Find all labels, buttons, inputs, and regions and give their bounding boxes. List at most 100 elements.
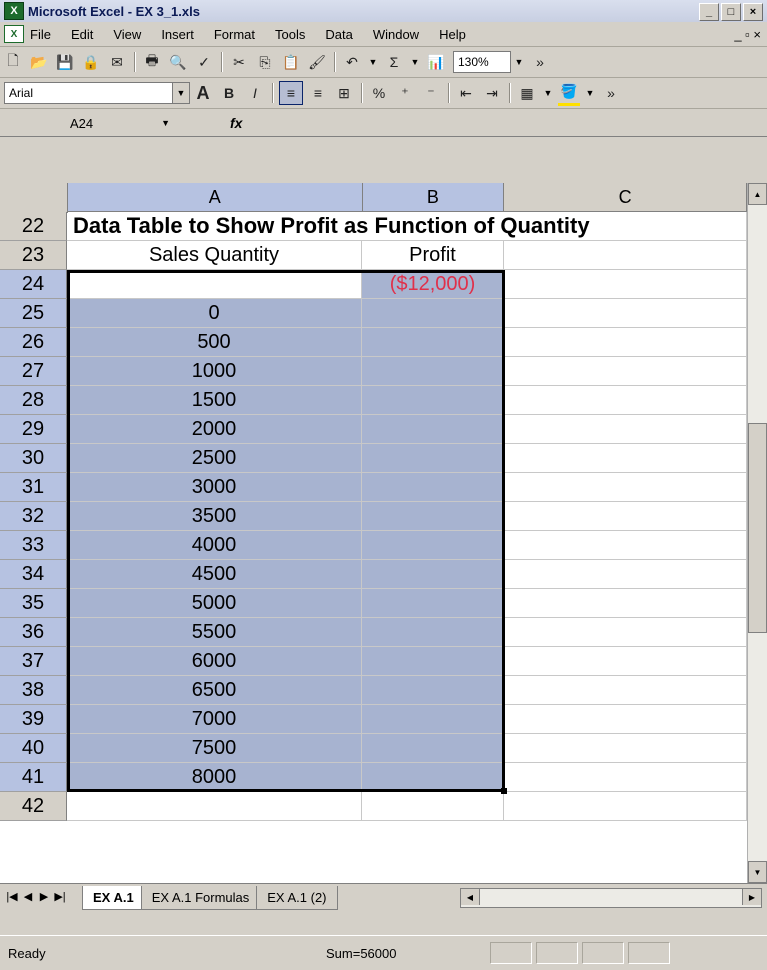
menu-data[interactable]: Data xyxy=(325,27,352,42)
cell[interactable] xyxy=(504,734,747,763)
menu-tools[interactable]: Tools xyxy=(275,27,305,42)
quantity-cell[interactable]: 0 xyxy=(67,299,362,328)
minimize-button[interactable]: _ xyxy=(699,3,719,21)
quantity-cell[interactable]: 7000 xyxy=(67,705,362,734)
format-painter-icon[interactable]: 🖌 xyxy=(306,51,328,73)
permission-icon[interactable]: 🔒 xyxy=(80,51,102,73)
restore-button[interactable]: □ xyxy=(721,3,741,21)
cell[interactable] xyxy=(504,647,747,676)
active-cell[interactable] xyxy=(67,270,362,299)
cell[interactable] xyxy=(504,502,747,531)
row-header[interactable]: 41 xyxy=(0,763,67,792)
row-header[interactable]: 32 xyxy=(0,502,67,531)
increase-indent-icon[interactable]: ⇥ xyxy=(481,82,503,104)
cell[interactable] xyxy=(504,357,747,386)
cell[interactable] xyxy=(362,589,504,618)
cell[interactable] xyxy=(67,792,362,821)
cell[interactable] xyxy=(362,705,504,734)
scroll-left-icon[interactable]: ◀ xyxy=(461,889,480,905)
column-header-a[interactable]: A xyxy=(67,183,363,212)
cell[interactable] xyxy=(362,647,504,676)
chevron-down-icon[interactable]: ▼ xyxy=(511,51,527,73)
title-cell[interactable]: Data Table to Show Profit as Function of… xyxy=(67,212,590,241)
row-header[interactable]: 36 xyxy=(0,618,67,647)
scroll-down-icon[interactable]: ▼ xyxy=(748,861,767,883)
align-right-icon[interactable]: ≡ xyxy=(307,82,329,104)
chevron-down-icon[interactable]: ▼ xyxy=(365,51,381,73)
cell[interactable] xyxy=(504,328,747,357)
chevron-down-icon[interactable]: ▼ xyxy=(161,118,170,128)
row-header[interactable]: 26 xyxy=(0,328,67,357)
cell[interactable] xyxy=(504,589,747,618)
new-icon[interactable]: 🗋 xyxy=(2,51,24,73)
scroll-up-icon[interactable]: ▲ xyxy=(748,183,767,205)
row-header[interactable]: 40 xyxy=(0,734,67,763)
chevron-down-icon[interactable]: ▼ xyxy=(407,51,423,73)
cell[interactable] xyxy=(504,676,747,705)
open-icon[interactable]: 📂 xyxy=(28,51,50,73)
spelling-icon[interactable]: ✓ xyxy=(193,51,215,73)
row-header[interactable]: 37 xyxy=(0,647,67,676)
quantity-cell[interactable]: 3000 xyxy=(67,473,362,502)
cell[interactable] xyxy=(504,473,747,502)
header-cell-quantity[interactable]: Sales Quantity xyxy=(67,241,362,270)
cell[interactable] xyxy=(504,763,747,792)
tab-ex-a1-2[interactable]: EX A.1 (2) xyxy=(256,886,338,910)
chevron-down-icon[interactable]: ▼ xyxy=(582,82,598,104)
save-icon[interactable]: 💾 xyxy=(54,51,76,73)
quantity-cell[interactable]: 6000 xyxy=(67,647,362,676)
cell[interactable] xyxy=(504,270,747,299)
quantity-cell[interactable]: 3500 xyxy=(67,502,362,531)
scroll-thumb[interactable] xyxy=(748,423,767,633)
fill-handle[interactable] xyxy=(501,788,507,794)
header-cell-profit[interactable]: Profit xyxy=(362,241,504,270)
decrease-indent-icon[interactable]: ⇤ xyxy=(455,82,477,104)
quantity-cell[interactable]: 2500 xyxy=(67,444,362,473)
cell[interactable] xyxy=(504,792,747,821)
merge-center-icon[interactable]: ⊞ xyxy=(333,82,355,104)
bold-icon[interactable]: B xyxy=(218,82,240,104)
quantity-cell[interactable]: 1000 xyxy=(67,357,362,386)
quantity-cell[interactable]: 4500 xyxy=(67,560,362,589)
quantity-cell[interactable]: 4000 xyxy=(67,531,362,560)
cell[interactable] xyxy=(362,792,504,821)
cut-icon[interactable]: ✂ xyxy=(228,51,250,73)
row-header[interactable]: 28 xyxy=(0,386,67,415)
print-preview-icon[interactable]: 🔍 xyxy=(167,51,189,73)
first-sheet-icon[interactable]: |◀ xyxy=(4,890,20,903)
menu-edit[interactable]: Edit xyxy=(71,27,93,42)
row-header[interactable]: 33 xyxy=(0,531,67,560)
tab-ex-a1-formulas[interactable]: EX A.1 Formulas xyxy=(140,886,261,910)
cell[interactable] xyxy=(504,531,747,560)
horizontal-scrollbar[interactable]: ◀ ▶ xyxy=(460,888,762,908)
menu-window[interactable]: Window xyxy=(373,27,419,42)
cell[interactable] xyxy=(362,618,504,647)
menu-format[interactable]: Format xyxy=(214,27,255,42)
menu-insert[interactable]: Insert xyxy=(161,27,194,42)
profit-cell[interactable]: ($12,000) xyxy=(362,270,504,299)
row-header[interactable]: 27 xyxy=(0,357,67,386)
zoom-select[interactable]: 130% xyxy=(453,51,511,73)
menu-file[interactable]: File xyxy=(30,27,51,42)
copy-icon[interactable]: ⎘ xyxy=(254,51,276,73)
quantity-cell[interactable]: 7500 xyxy=(67,734,362,763)
row-header[interactable]: 30 xyxy=(0,444,67,473)
percent-icon[interactable]: % xyxy=(368,82,390,104)
menu-help[interactable]: Help xyxy=(439,27,466,42)
cell[interactable] xyxy=(362,531,504,560)
email-icon[interactable]: ✉ xyxy=(106,51,128,73)
quantity-cell[interactable]: 1500 xyxy=(67,386,362,415)
vertical-scrollbar[interactable]: ▲ ▼ xyxy=(747,183,767,883)
cell[interactable] xyxy=(362,763,504,792)
row-header[interactable]: 34 xyxy=(0,560,67,589)
row-header[interactable]: 31 xyxy=(0,473,67,502)
scroll-right-icon[interactable]: ▶ xyxy=(742,889,761,905)
chevron-down-icon[interactable]: ▼ xyxy=(172,83,189,103)
cell[interactable] xyxy=(504,415,747,444)
row-header[interactable]: 35 xyxy=(0,589,67,618)
undo-icon[interactable]: ↶ xyxy=(341,51,363,73)
quantity-cell[interactable]: 500 xyxy=(67,328,362,357)
quantity-cell[interactable]: 5000 xyxy=(67,589,362,618)
row-header[interactable]: 39 xyxy=(0,705,67,734)
cell[interactable] xyxy=(362,502,504,531)
